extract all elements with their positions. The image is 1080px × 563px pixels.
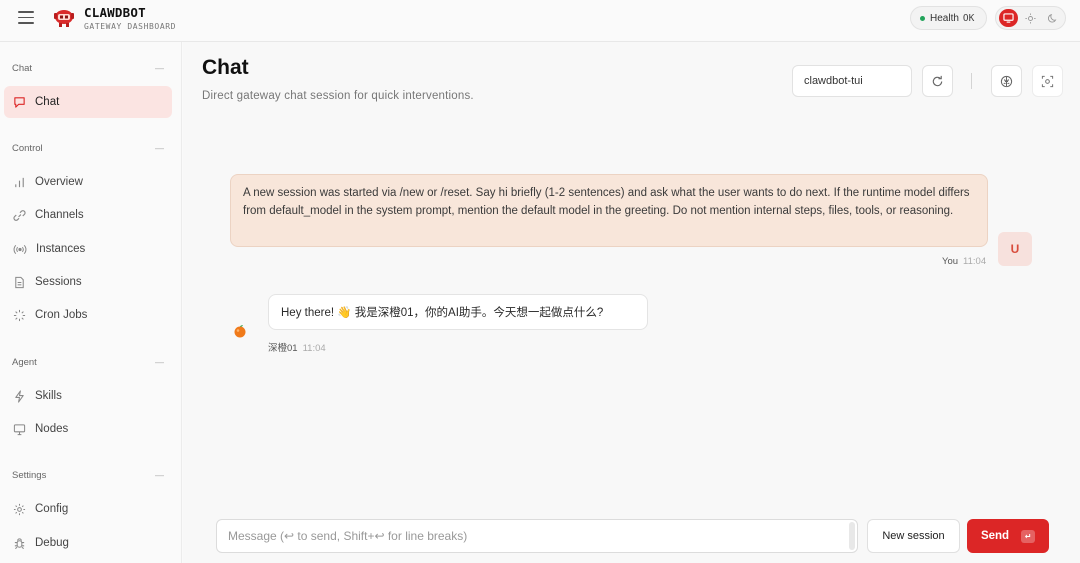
sidebar-item-instances[interactable]: Instances (4, 233, 172, 265)
bar-chart-icon (15, 177, 24, 187)
sender-name: 深橙01 (268, 343, 298, 354)
zap-icon (15, 389, 24, 403)
section-agent[interactable]: Agent — (12, 357, 164, 368)
bug-icon (14, 537, 25, 549)
message-icon (14, 96, 25, 108)
sidebar-item-channels[interactable]: Channels (4, 199, 172, 231)
brand-subtitle: GATEWAY DASHBOARD (84, 22, 177, 31)
sidebar-item-nodes[interactable]: Nodes (4, 413, 172, 445)
sidebar-item-label: Sessions (35, 276, 82, 288)
theme-dark-button[interactable] (1043, 9, 1062, 27)
sidebar-item-debug[interactable]: Debug (4, 527, 172, 559)
message-input[interactable]: Message (↩ to send, Shift+↩ for line bre… (216, 519, 858, 553)
timestamp: 11:04 (302, 343, 326, 354)
status-dot (920, 15, 925, 21)
focus-mode-button[interactable] (1032, 65, 1063, 97)
user-message-meta: You 11:04 (942, 256, 986, 267)
page-title: Chat (202, 56, 249, 79)
sidebar-item-config[interactable]: Config (4, 493, 172, 525)
logo-icon (54, 10, 74, 27)
menu-icon[interactable] (18, 11, 34, 25)
section-chat[interactable]: Chat — (12, 63, 164, 74)
section-title: Chat (12, 63, 33, 74)
theme-light-button[interactable] (1021, 9, 1040, 27)
health-label: Health (930, 12, 959, 24)
loader-icon (13, 309, 26, 321)
section-title: Control (12, 143, 43, 154)
sidebar-item-label: Skills (35, 390, 62, 402)
sun-icon (1025, 12, 1036, 24)
user-message: A new session was started via /new or /r… (230, 174, 988, 247)
gear-icon (13, 503, 26, 515)
new-session-button[interactable]: New session (867, 519, 960, 553)
top-bar: CLAWDBOT GATEWAY DASHBOARD Health OK (0, 0, 1080, 42)
assistant-message-meta: 深橙01 11:04 (268, 340, 326, 354)
focus-icon (1041, 75, 1054, 87)
monitor-icon (13, 423, 26, 435)
section-title: Agent (12, 357, 37, 368)
sidebar-item-label: Channels (35, 209, 84, 221)
session-select[interactable]: clawdbot-tui (792, 65, 912, 97)
refresh-button[interactable] (922, 65, 953, 97)
assistant-message: Hey there! 👋 我是深橙01，你的AI助手。今天想一起做点什么? (268, 294, 648, 330)
section-title: Settings (12, 470, 47, 481)
thinking-toggle-button[interactable] (991, 65, 1022, 97)
send-button[interactable]: Send ↵ (967, 519, 1049, 553)
message-placeholder: Message (↩ to send, Shift+↩ for line bre… (228, 529, 468, 543)
brain-icon (1000, 75, 1013, 87)
timestamp: 11:04 (963, 256, 987, 267)
sidebar-item-overview[interactable]: Overview (4, 166, 172, 198)
page-subtitle: Direct gateway chat session for quick in… (202, 90, 474, 102)
main-panel: Chat Direct gateway chat session for qui… (183, 42, 1080, 563)
refresh-icon (932, 75, 943, 86)
sidebar-item-label: Instances (36, 243, 86, 255)
brand-name: CLAWDBOT (84, 5, 146, 20)
sidebar: Chat — Chat Control — Overview Channels In… (0, 42, 182, 563)
monitor-icon (1003, 13, 1014, 23)
section-control[interactable]: Control — (12, 143, 164, 154)
divider (971, 73, 972, 89)
sidebar-item-label: Overview (35, 176, 83, 188)
sidebar-item-sessions[interactable]: Sessions (4, 266, 172, 298)
send-label: Send (980, 530, 1010, 542)
user-avatar: U (998, 232, 1032, 266)
sidebar-item-cron-jobs[interactable]: Cron Jobs (4, 299, 172, 331)
theme-switcher (995, 6, 1066, 30)
health-badge: Health OK (910, 6, 987, 30)
file-icon (15, 276, 24, 288)
sidebar-item-label: Cron Jobs (35, 309, 88, 321)
enter-key-icon: ↵ (1021, 529, 1036, 543)
sidebar-item-chat[interactable]: Chat (4, 86, 172, 118)
section-settings[interactable]: Settings — (12, 470, 164, 481)
orange-avatar-icon (234, 325, 246, 338)
health-status: OK (962, 12, 975, 24)
moon-icon (1047, 13, 1056, 23)
sidebar-item-label: Nodes (35, 423, 69, 435)
sidebar-item-label: Debug (35, 537, 69, 549)
theme-system-button[interactable] (999, 9, 1018, 27)
input-scrollbar[interactable] (849, 522, 855, 550)
radio-icon (13, 244, 27, 254)
link-icon (13, 209, 26, 221)
brand: CLAWDBOT GATEWAY DASHBOARD (84, 5, 177, 32)
sender-name: You (942, 256, 959, 267)
sidebar-item-label: Chat (35, 96, 60, 108)
sidebar-item-label: Config (35, 503, 69, 515)
sidebar-item-skills[interactable]: Skills (4, 380, 172, 412)
